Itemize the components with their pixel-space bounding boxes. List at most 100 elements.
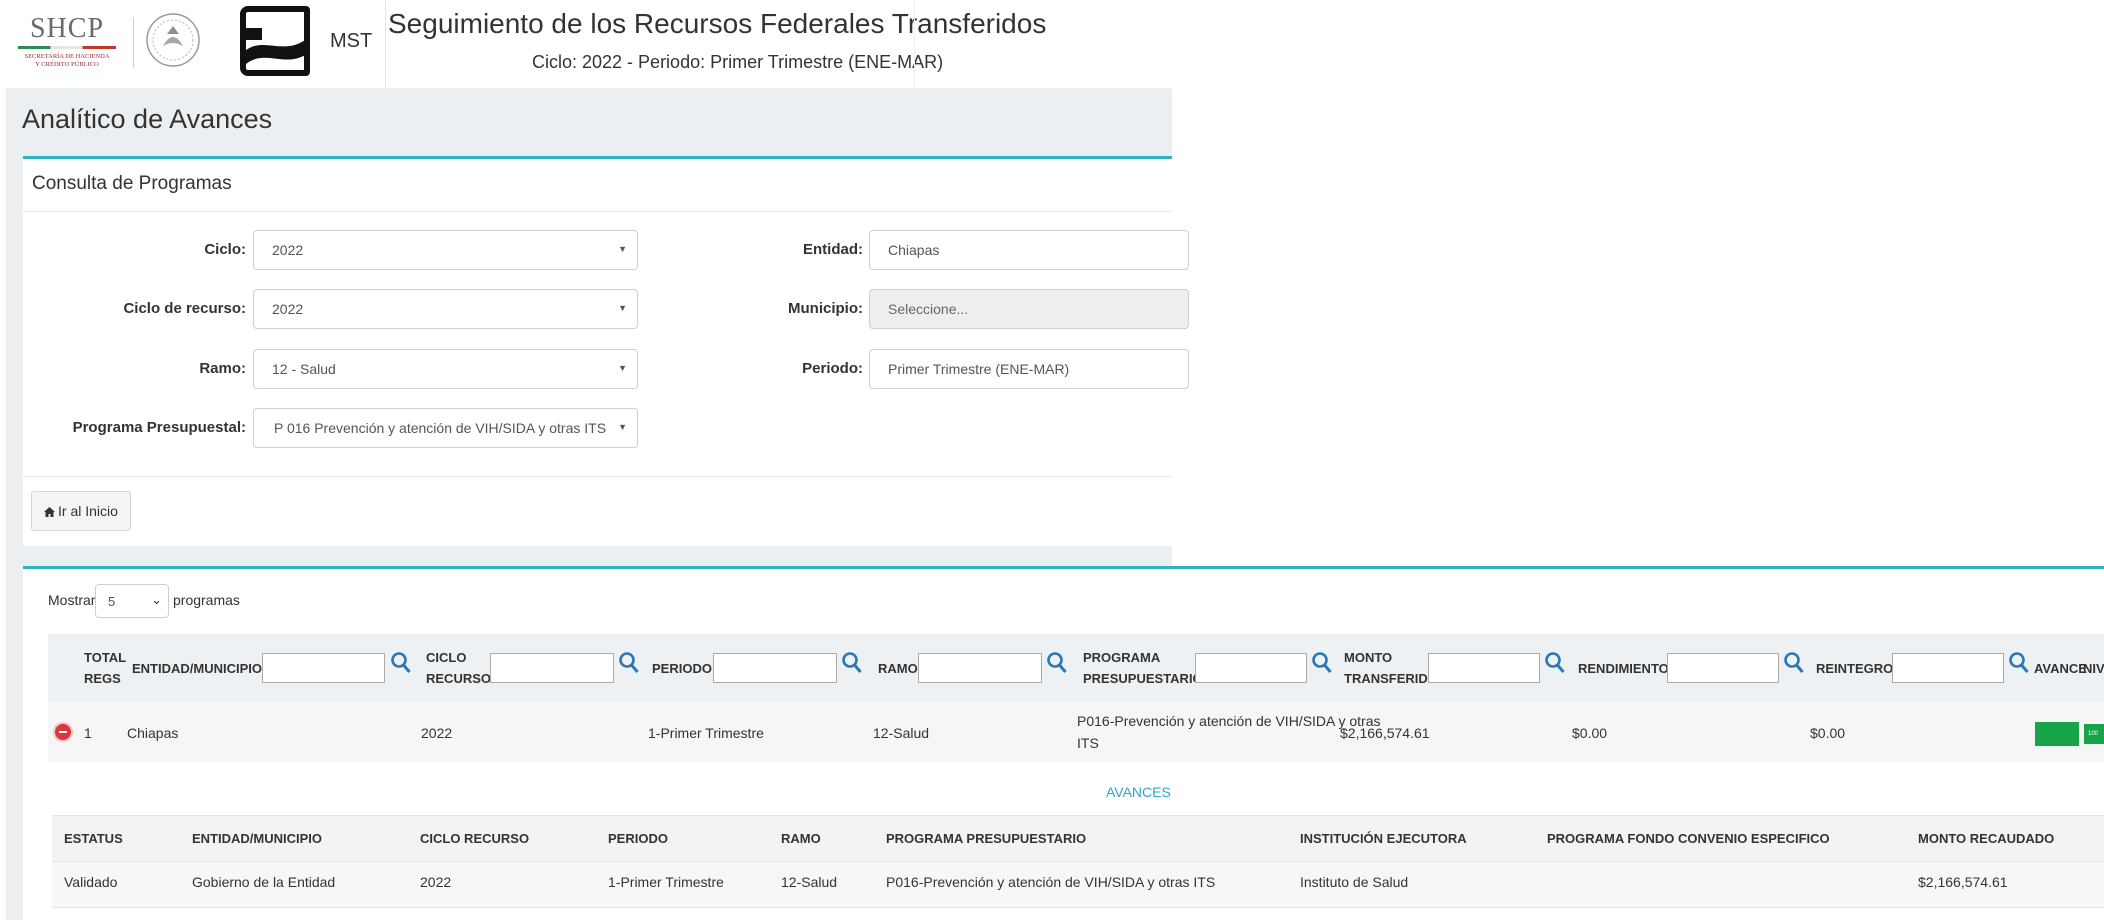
- column-reintegros: REINTEGROS: [1816, 661, 1902, 676]
- page-size-suffix: programas: [173, 592, 240, 608]
- search-icon[interactable]: [1311, 651, 1333, 675]
- cell-entidad: Chiapas: [127, 725, 179, 741]
- rendimientos-filter-input[interactable]: [1667, 653, 1779, 683]
- periodo-label: Periodo:: [802, 360, 863, 377]
- monto-filter-input[interactable]: [1428, 653, 1540, 683]
- entidad-label: Entidad:: [803, 241, 863, 258]
- cell-rendimientos: $0.00: [1572, 725, 1608, 741]
- ramo-filter-input[interactable]: [918, 653, 1042, 683]
- cell-ramo: 12-Salud: [873, 725, 930, 741]
- column-ramo: RAMO: [878, 661, 918, 676]
- column-monto-transferido: MONTO TRANSFERIDO: [1344, 650, 1438, 686]
- reintegros-filter-input[interactable]: [1892, 653, 2004, 683]
- divider: [23, 211, 1172, 212]
- caret-down-icon: ▼: [618, 422, 627, 432]
- entidad-filter-input[interactable]: [262, 653, 385, 683]
- search-icon[interactable]: [1046, 651, 1068, 675]
- search-icon[interactable]: [1544, 651, 1566, 675]
- avances-column-entidad: ENTIDAD/MUNICIPIO: [192, 831, 322, 846]
- avances-column-programa-fondo: PROGRAMA FONDO CONVENIO ESPECIFICO: [1547, 831, 1830, 846]
- column-programa: PROGRAMA PRESUPUESTARIO: [1083, 650, 1203, 686]
- page-title: Analítico de Avances: [22, 104, 273, 134]
- avances-title: AVANCES: [1106, 784, 1171, 800]
- header-divider: [914, 0, 915, 88]
- flag-stripe: [18, 46, 116, 49]
- avances-column-programa: PROGRAMA PRESUPUESTARIO: [886, 831, 1087, 846]
- nivel-progress-badge: 100: [2084, 724, 2104, 744]
- municipio-label: Municipio:: [788, 300, 863, 317]
- programa-presupuestal-label: Programa Presupuestal:: [72, 419, 246, 436]
- search-icon[interactable]: [1783, 651, 1805, 675]
- ciclo-label: Ciclo:: [204, 241, 246, 258]
- avances-cell-institucion: Instituto de Salud: [1300, 874, 1409, 890]
- header-divider: [385, 0, 386, 88]
- caret-down-icon: ▼: [618, 363, 627, 373]
- ciclo-select[interactable]: 2022 ▼: [253, 230, 638, 270]
- cell-periodo: 1-Primer Trimestre: [648, 725, 764, 741]
- chevron-down-icon: ⌄: [151, 592, 162, 607]
- avances-column-estatus: ESTATUS: [64, 831, 123, 846]
- avances-cell-periodo: 1-Primer Trimestre: [608, 874, 724, 890]
- caret-down-icon: ▼: [618, 244, 627, 254]
- mst-label: MST: [330, 30, 373, 52]
- avances-cell-estatus: Validado: [64, 874, 118, 890]
- cell-monto-transferido: $2,166,574.61: [1340, 725, 1430, 741]
- avances-column-ciclo: CICLO RECURSO: [420, 831, 530, 846]
- column-nivel: NIVI: [2083, 661, 2104, 676]
- filters-panel-title: Consulta de Programas: [32, 173, 232, 194]
- home-icon: [44, 507, 55, 517]
- column-total-regs: TOTAL REGS: [84, 650, 127, 686]
- cell-programa: P016-Prevención y atención de VIH/SIDA y…: [1077, 713, 1381, 751]
- search-icon[interactable]: [2008, 651, 2030, 675]
- column-entidad: ENTIDAD/MUNICIPIO: [132, 661, 262, 676]
- avances-column-institucion: INSTITUCIÓN EJECUTORA: [1300, 831, 1467, 846]
- avances-cell-ciclo: 2022: [420, 874, 452, 890]
- municipio-select[interactable]: Seleccione...: [869, 289, 1189, 329]
- table-row[interactable]: [48, 702, 2104, 762]
- avances-column-ramo: RAMO: [781, 831, 821, 846]
- shcp-logo-subtext: SECRETARÍA DE HACIENDA Y CRÉDITO PÚBLICO: [24, 53, 110, 68]
- remove-circle-icon[interactable]: [55, 724, 71, 740]
- search-icon[interactable]: [390, 651, 412, 675]
- avances-column-monto-recaudado: MONTO RECAUDADO: [1918, 831, 2055, 846]
- ciclo-filter-input[interactable]: [490, 653, 614, 683]
- cycle-subtitle: Ciclo: 2022 - Periodo: Primer Trimestre …: [532, 52, 944, 72]
- avances-cell-ramo: 12-Salud: [781, 874, 838, 890]
- column-rendimientos: RENDIMIENTOS: [1578, 661, 1678, 676]
- go-home-button[interactable]: Ir al Inicio: [31, 491, 131, 531]
- shcp-logo: SHCP SECRETARÍA DE HACIENDA Y CRÉDITO PÚ…: [12, 12, 122, 82]
- cell-ciclo-recurso: 2022: [421, 725, 453, 741]
- avances-cell-monto-recaudado: $2,166,574.61: [1918, 874, 2008, 890]
- app-title: Seguimiento de los Recursos Federales Tr…: [388, 8, 1047, 39]
- avances-column-periodo: PERIODO: [608, 831, 668, 846]
- logo-divider: [133, 18, 134, 68]
- page-size-label: Mostrar: [48, 592, 96, 608]
- entidad-select[interactable]: Chiapas: [869, 230, 1189, 270]
- periodo-select[interactable]: Primer Trimestre (ENE-MAR): [869, 349, 1189, 389]
- content-background: [6, 566, 23, 920]
- periodo-filter-input[interactable]: [713, 653, 837, 683]
- divider: [23, 476, 1172, 477]
- filters-panel: Consulta de Programas Ciclo: 2022 ▼ Cicl…: [23, 156, 1189, 546]
- avances-cell-entidad: Gobierno de la Entidad: [192, 874, 336, 890]
- column-ciclo-recurso: CICLO RECURSO: [426, 650, 492, 686]
- avance-progress-bar: [2035, 722, 2079, 746]
- search-icon[interactable]: [841, 651, 863, 675]
- shcp-logo-text: SHCP: [29, 13, 105, 44]
- mst-logo: [240, 6, 314, 76]
- caret-down-icon: ▼: [618, 303, 627, 313]
- search-icon[interactable]: [618, 651, 640, 675]
- app-header: SHCP SECRETARÍA DE HACIENDA Y CRÉDITO PÚ…: [0, 0, 1046, 88]
- ciclo-recurso-label: Ciclo de recurso:: [123, 300, 246, 317]
- programa-presupuestal-select[interactable]: P 016 Prevención y atención de VIH/SIDA …: [253, 408, 638, 448]
- column-periodo: PERIODO: [652, 661, 712, 676]
- programa-filter-input[interactable]: [1195, 653, 1307, 683]
- cell-total-regs: 1: [84, 725, 92, 741]
- page-size-select[interactable]: 5 ⌄: [95, 584, 169, 618]
- ciclo-recurso-select[interactable]: 2022 ▼: [253, 289, 638, 329]
- national-seal-icon: [146, 13, 200, 67]
- ramo-label: Ramo:: [199, 360, 246, 377]
- ramo-select[interactable]: 12 - Salud ▼: [253, 349, 638, 389]
- avances-cell-programa: P016-Prevención y atención de VIH/SIDA y…: [886, 874, 1216, 890]
- cell-reintegros: $0.00: [1810, 725, 1846, 741]
